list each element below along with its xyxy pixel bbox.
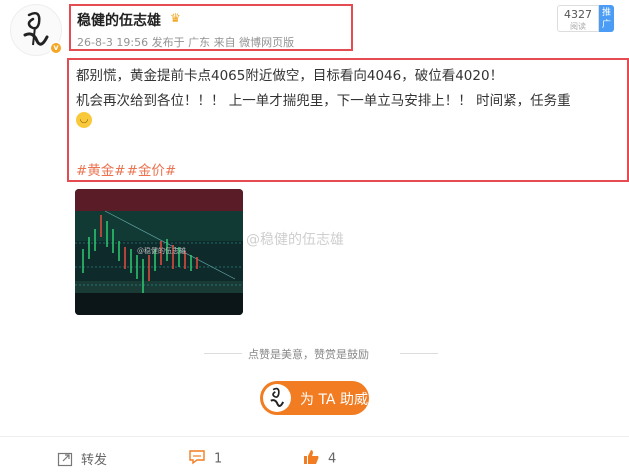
like-button[interactable]: 4 <box>302 449 336 469</box>
comment-count: 1 <box>214 451 223 467</box>
image-watermark-overlay: @稳健的伍志雄 <box>246 232 344 248</box>
post-image-chart[interactable]: @稳健的伍志雄 <box>75 189 243 315</box>
author-name[interactable]: 稳健的伍志雄 <box>77 10 161 30</box>
repost-button[interactable]: 转发 <box>57 449 107 471</box>
support-button-label: 为 TA 助威 <box>300 392 368 408</box>
tag-list: #黄金##金价# <box>76 159 177 179</box>
tag-gold-price[interactable]: #金价# <box>127 163 177 179</box>
like-count: 4 <box>328 451 337 467</box>
post-meta: 26-8-3 19:56 发布于 广东 来自 微博网页版 <box>77 36 295 49</box>
tag-gold[interactable]: #黄金# <box>76 163 126 179</box>
repost-icon <box>57 451 73 471</box>
support-button[interactable]: 为 TA 助威 <box>260 381 369 415</box>
post-text-line-1: 都别慌，黄金提前卡点4065附近做空，目标看向4046，破位看4020！ <box>76 68 504 84</box>
promote-button[interactable]: 推广 <box>599 5 614 32</box>
view-count: 4327 阅读 <box>557 5 599 32</box>
divider-right <box>400 353 438 354</box>
comment-button[interactable]: 1 <box>188 449 222 469</box>
view-count-label: 阅读 <box>570 22 586 31</box>
encourage-text: 点赞是美意，赞赏是鼓励 <box>248 348 369 361</box>
crown-icon: ♛ <box>170 11 181 25</box>
repost-label: 转发 <box>81 453 108 468</box>
divider-left <box>204 353 242 354</box>
emoji-icon: ◡ <box>76 112 92 128</box>
like-icon <box>302 449 320 469</box>
comment-icon <box>188 449 206 469</box>
view-count-number: 4327 <box>564 8 592 21</box>
post-text-line-2: 机会再次给到各位！！！ 上一单才揣兜里，下一单立马安排上！！ 时间紧，任务重 <box>76 93 571 109</box>
chart-watermark: @稳健的伍志雄 <box>137 246 186 255</box>
verified-badge-icon: v <box>49 41 63 55</box>
mini-avatar <box>263 384 291 412</box>
